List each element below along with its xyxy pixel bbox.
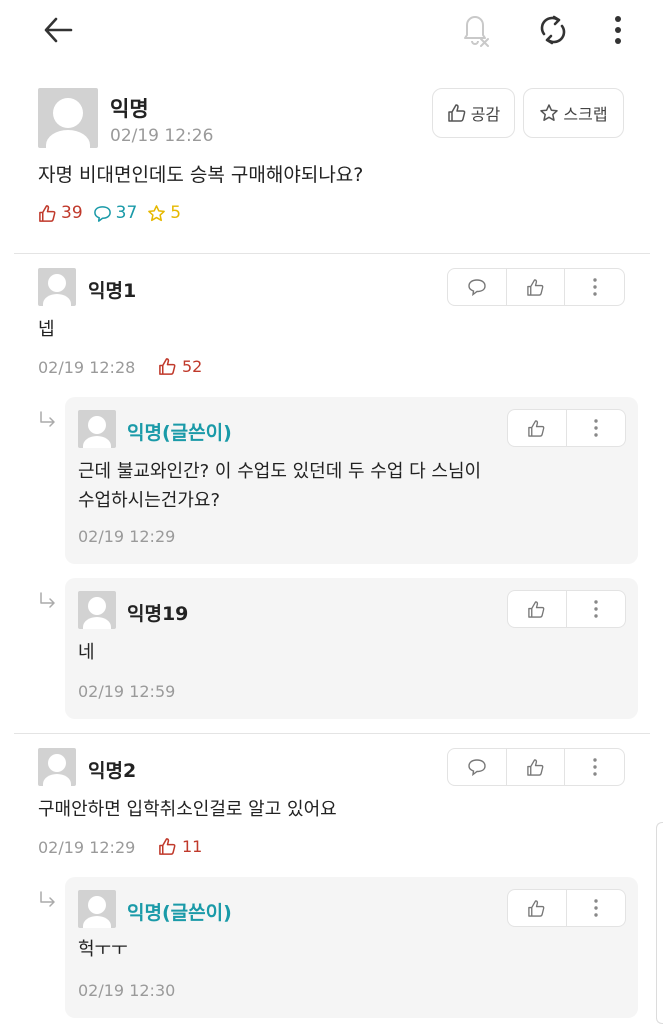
comment-actions bbox=[447, 748, 625, 786]
comment-author: 익명1 bbox=[88, 280, 137, 302]
post-stats: 39 37 5 bbox=[38, 203, 191, 223]
comment-more-button[interactable] bbox=[565, 749, 624, 785]
thumbs-up-icon bbox=[159, 838, 176, 855]
reply-button[interactable] bbox=[448, 749, 507, 785]
reply-timestamp: 02/19 12:59 bbox=[78, 682, 176, 701]
more-menu-button[interactable] bbox=[600, 10, 636, 50]
thumbs-up-icon bbox=[39, 204, 56, 222]
more-vertical-icon bbox=[592, 278, 597, 296]
reply-text: 네 bbox=[78, 642, 95, 663]
reply-avatar bbox=[78, 591, 116, 629]
reply-timestamp: 02/19 12:29 bbox=[78, 527, 176, 546]
comment-like-count: 52 bbox=[158, 357, 202, 376]
reply-arrow-icon bbox=[40, 592, 55, 608]
post-body: 자명 비대면인데도 승복 구매해야되나요? bbox=[38, 164, 364, 186]
like-comment-button[interactable] bbox=[507, 269, 566, 305]
scroll-indicator[interactable] bbox=[656, 822, 663, 1024]
reply-actions bbox=[507, 889, 626, 927]
thumbs-up-icon bbox=[527, 758, 544, 776]
post-like-count: 39 bbox=[38, 203, 83, 223]
comment-timestamp: 02/19 12:28 bbox=[38, 358, 136, 377]
comment-timestamp: 02/19 12:29 bbox=[38, 838, 136, 857]
comment-divider bbox=[14, 733, 650, 734]
like-post-label: 공감 bbox=[470, 105, 501, 124]
more-vertical-icon bbox=[592, 758, 597, 776]
thumbs-up-icon bbox=[159, 358, 176, 375]
like-reply-button[interactable] bbox=[508, 890, 567, 926]
thumbs-up-icon bbox=[448, 104, 466, 122]
star-icon bbox=[148, 204, 166, 221]
post-scrap-count: 5 bbox=[147, 203, 181, 223]
comment-more-button[interactable] bbox=[565, 269, 624, 305]
comment-text: 넵 bbox=[38, 319, 55, 340]
like-reply-button[interactable] bbox=[508, 410, 567, 446]
reply-timestamp: 02/19 12:30 bbox=[78, 981, 176, 1000]
back-button[interactable] bbox=[38, 12, 78, 48]
thumbs-up-icon bbox=[528, 419, 545, 437]
reply-arrow-icon bbox=[40, 891, 55, 907]
post-comment-count: 37 bbox=[93, 203, 137, 223]
comment-author: 익명2 bbox=[88, 760, 137, 782]
post-author-avatar bbox=[38, 88, 98, 148]
reply-actions bbox=[507, 590, 626, 628]
more-vertical-icon bbox=[615, 16, 621, 44]
like-reply-button[interactable] bbox=[508, 591, 567, 627]
star-icon bbox=[540, 104, 559, 121]
reply-avatar bbox=[78, 890, 116, 928]
comment-avatar bbox=[38, 748, 76, 786]
reply-text-line1: 근데 불교와인간? 이 수업도 있던데 두 수업 다 스님이 bbox=[78, 461, 482, 482]
reply-author: 익명19 bbox=[127, 603, 189, 625]
more-vertical-icon bbox=[594, 419, 598, 437]
more-vertical-icon bbox=[594, 899, 598, 917]
top-bar bbox=[0, 0, 663, 60]
comment-text: 구매안하면 입학취소인걸로 알고 있어요 bbox=[38, 799, 337, 820]
comment-like-count: 11 bbox=[158, 837, 202, 856]
reply-more-button[interactable] bbox=[567, 591, 626, 627]
reply-card: 익명(글쓴이) 근데 불교와인간? 이 수업도 있던데 두 수업 다 스님이 수… bbox=[65, 397, 638, 564]
scrap-post-button[interactable]: 스크랩 bbox=[523, 88, 624, 138]
reply-more-button[interactable] bbox=[567, 890, 626, 926]
comment-bubble-icon bbox=[468, 759, 486, 776]
reply-more-button[interactable] bbox=[567, 410, 626, 446]
thumbs-up-icon bbox=[527, 278, 544, 296]
post-timestamp: 02/19 12:26 bbox=[110, 126, 214, 146]
back-arrow-icon bbox=[44, 17, 73, 43]
reply-text-line2: 수업하시는건가요? bbox=[78, 490, 221, 511]
post-author-name: 익명 bbox=[110, 97, 149, 121]
reply-text: 헉ㅜㅜ bbox=[78, 939, 128, 960]
comment-bubble-icon bbox=[468, 279, 486, 296]
reply-button[interactable] bbox=[448, 269, 507, 305]
comment-avatar bbox=[38, 268, 76, 306]
like-post-button[interactable]: 공감 bbox=[432, 88, 515, 138]
comment-actions bbox=[447, 268, 625, 306]
thumbs-up-icon bbox=[528, 899, 545, 917]
reply-author-writer: 익명(글쓴이) bbox=[127, 422, 232, 444]
reply-arrow-icon bbox=[40, 411, 55, 427]
reply-card: 익명19 네 02/19 12:59 bbox=[65, 578, 638, 719]
reply-actions bbox=[507, 409, 626, 447]
reply-author-writer: 익명(글쓴이) bbox=[127, 902, 232, 924]
more-vertical-icon bbox=[594, 600, 598, 618]
comment-bubble-icon bbox=[93, 205, 111, 222]
reply-text: 근데 불교와인간? 이 수업도 있던데 두 수업 다 스님이 수업하시는건가요? bbox=[78, 457, 481, 515]
reply-card: 익명(글쓴이) 헉ㅜㅜ 02/19 12:30 bbox=[65, 877, 638, 1018]
reply-avatar bbox=[78, 410, 116, 448]
post-divider bbox=[14, 253, 650, 254]
notification-off-icon bbox=[464, 16, 489, 47]
refresh-button[interactable] bbox=[533, 10, 573, 50]
refresh-icon bbox=[540, 15, 566, 45]
notification-button[interactable] bbox=[455, 10, 495, 50]
like-comment-button[interactable] bbox=[507, 749, 566, 785]
scrap-post-label: 스크랩 bbox=[563, 105, 608, 124]
thumbs-up-icon bbox=[528, 600, 545, 618]
